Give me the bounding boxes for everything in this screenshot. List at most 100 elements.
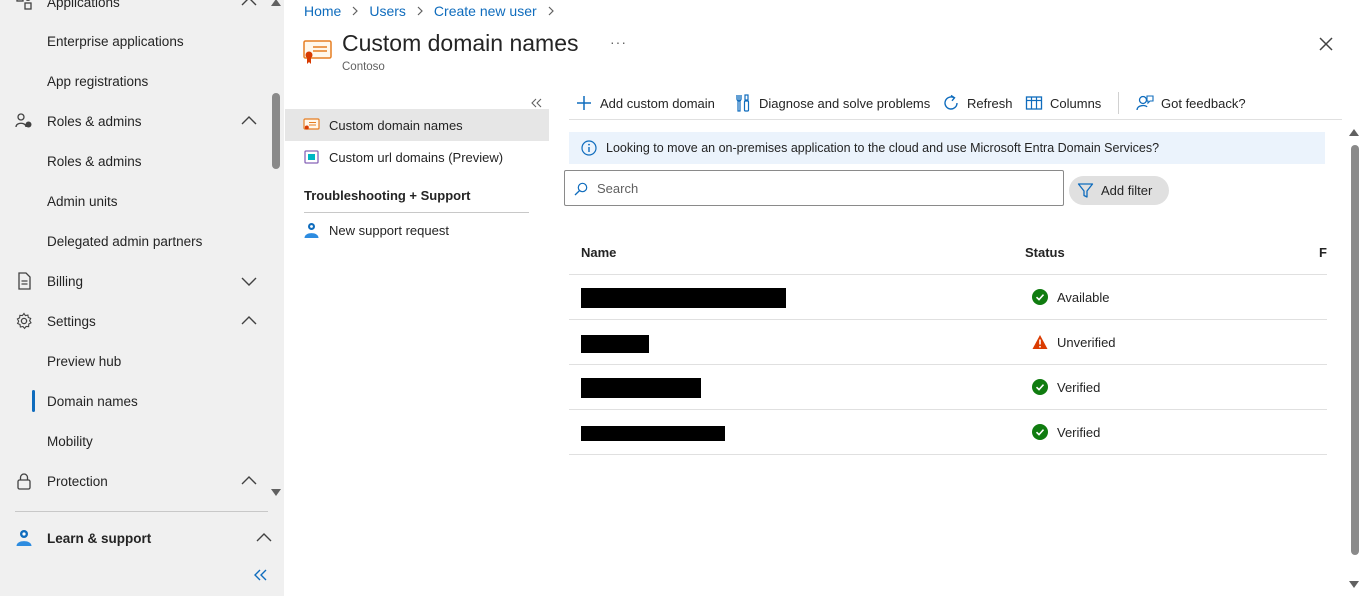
redacted-domain-name <box>581 426 725 441</box>
search-input[interactable] <box>597 179 1047 197</box>
scroll-down-arrow-icon[interactable] <box>1349 581 1359 589</box>
got-feedback-button[interactable]: Got feedback? <box>1136 92 1246 114</box>
more-options-button[interactable]: ··· <box>610 34 628 52</box>
nav-item-mobility[interactable]: Mobility <box>0 421 268 461</box>
column-header-status[interactable]: Status <box>1025 245 1065 260</box>
check-circle-icon <box>1032 289 1048 305</box>
custom-url-icon <box>304 150 319 164</box>
nav-label: Delegated admin partners <box>47 233 203 249</box>
chevron-up-icon[interactable] <box>240 474 258 488</box>
page-subtitle: Contoso <box>342 61 385 73</box>
table-row[interactable]: Unverified <box>569 320 1327 365</box>
refresh-button[interactable]: Refresh <box>942 92 1013 114</box>
nav-item-applications[interactable]: Applications <box>0 0 268 22</box>
command-label: Add custom domain <box>600 95 715 111</box>
nav-item-learn-support[interactable]: Learn & support <box>0 518 284 558</box>
nav-item-preview-hub[interactable]: Preview hub <box>0 341 268 381</box>
blade-item-label: Custom url domains (Preview) <box>329 149 504 165</box>
chevron-up-icon[interactable] <box>240 114 258 128</box>
page-title: Custom domain names <box>342 30 579 56</box>
command-label: Refresh <box>967 95 1013 111</box>
refresh-icon <box>944 94 958 110</box>
nav-label: Applications <box>47 0 120 10</box>
left-navigation: Applications Enterprise applications App… <box>0 0 284 596</box>
section-heading: Troubleshooting + Support <box>304 188 471 203</box>
nav-item-billing[interactable]: Billing <box>0 261 268 301</box>
certificate-icon <box>303 118 320 130</box>
blade-item-custom-domain-names[interactable]: Custom domain names <box>285 109 549 141</box>
nav-item-roles-admins[interactable]: Roles & admins <box>0 141 268 181</box>
chevron-up-icon[interactable] <box>255 531 273 545</box>
column-header-name[interactable]: Name <box>581 245 616 260</box>
status-text: Available <box>1057 289 1110 305</box>
nav-label: Roles & admins <box>47 113 142 129</box>
table-row[interactable]: Verified <box>569 410 1327 455</box>
nav-item-settings[interactable]: Settings <box>0 301 268 341</box>
close-icon[interactable] <box>1318 36 1334 52</box>
status-cell: Verified <box>1032 424 1100 440</box>
breadcrumb-create-new-user[interactable]: Create new user <box>434 3 537 19</box>
info-banner[interactable]: Looking to move an on-premises applicati… <box>569 132 1325 164</box>
chevron-up-icon[interactable] <box>240 314 258 328</box>
nav-divider <box>15 511 268 512</box>
scroll-up-arrow-icon[interactable] <box>1349 128 1359 136</box>
nav-label: Admin units <box>47 193 118 209</box>
nav-scrollbar-thumb[interactable] <box>272 93 280 169</box>
scroll-up-arrow-icon[interactable] <box>271 0 281 6</box>
columns-button[interactable]: Columns <box>1025 92 1101 114</box>
scroll-down-arrow-icon[interactable] <box>271 489 281 497</box>
nav-item-admin-units[interactable]: Admin units <box>0 181 268 221</box>
nav-item-app-registrations[interactable]: App registrations <box>0 61 268 101</box>
blade-item-label: Custom domain names <box>329 117 463 133</box>
check-circle-icon <box>1032 424 1048 440</box>
active-indicator <box>32 390 35 412</box>
diagnose-solve-button[interactable]: Diagnose and solve problems <box>734 92 930 114</box>
feedback-icon <box>1136 95 1154 111</box>
wrench-icon <box>736 94 750 112</box>
nav-scrollbar[interactable] <box>269 0 284 505</box>
billing-icon <box>18 272 31 290</box>
double-chevron-left-icon[interactable] <box>252 567 270 583</box>
certificate-icon <box>303 40 332 64</box>
double-chevron-left-icon[interactable] <box>530 96 544 110</box>
redacted-domain-name <box>581 378 701 398</box>
blade-item-new-support-request[interactable]: New support request <box>285 214 549 246</box>
redacted-domain-name <box>581 288 786 308</box>
chevron-right-icon <box>352 6 359 16</box>
command-label: Diagnose and solve problems <box>759 95 931 111</box>
nav-item-delegated-admin-partners[interactable]: Delegated admin partners <box>0 221 268 261</box>
breadcrumb-users[interactable]: Users <box>369 3 406 19</box>
nav-label: Preview hub <box>47 353 122 369</box>
nav-label: Learn & support <box>47 530 152 546</box>
blade-item-label: New support request <box>329 222 449 238</box>
chevron-up-icon[interactable] <box>240 0 258 9</box>
lock-icon <box>17 473 31 490</box>
search-icon <box>574 182 588 196</box>
nav-label: Settings <box>47 313 96 329</box>
chevron-down-icon[interactable] <box>240 274 258 288</box>
chevron-right-icon <box>548 6 554 16</box>
blade-item-custom-url-domains[interactable]: Custom url domains (Preview) <box>285 141 549 173</box>
add-custom-domain-button[interactable]: Add custom domain <box>575 92 715 114</box>
chevron-right-icon <box>417 6 423 16</box>
table-row[interactable]: Verified <box>569 365 1327 410</box>
nav-label: Mobility <box>47 433 93 449</box>
command-label: Got feedback? <box>1161 95 1246 111</box>
nav-item-roles-admins-group[interactable]: Roles & admins <box>0 101 268 141</box>
search-box[interactable] <box>564 170 1064 206</box>
nav-item-domain-names[interactable]: Domain names <box>0 381 268 421</box>
status-text: Verified <box>1057 379 1101 395</box>
command-label: Columns <box>1050 95 1102 111</box>
column-header-truncated[interactable]: Fe <box>1319 245 1327 260</box>
main-scrollbar-thumb[interactable] <box>1351 145 1359 555</box>
breadcrumb: Home Users Create new user <box>304 2 565 20</box>
nav-label: Protection <box>47 473 108 489</box>
add-filter-button[interactable]: Add filter <box>1069 176 1169 205</box>
command-bar: Add custom domain Diagnose and solve pro… <box>569 88 1342 120</box>
add-filter-label: Add filter <box>1101 183 1153 198</box>
nav-label: App registrations <box>47 73 149 89</box>
nav-item-enterprise-applications[interactable]: Enterprise applications <box>0 21 268 61</box>
table-row[interactable]: Available <box>569 275 1327 320</box>
nav-item-protection[interactable]: Protection <box>0 461 268 501</box>
breadcrumb-home[interactable]: Home <box>304 3 341 19</box>
